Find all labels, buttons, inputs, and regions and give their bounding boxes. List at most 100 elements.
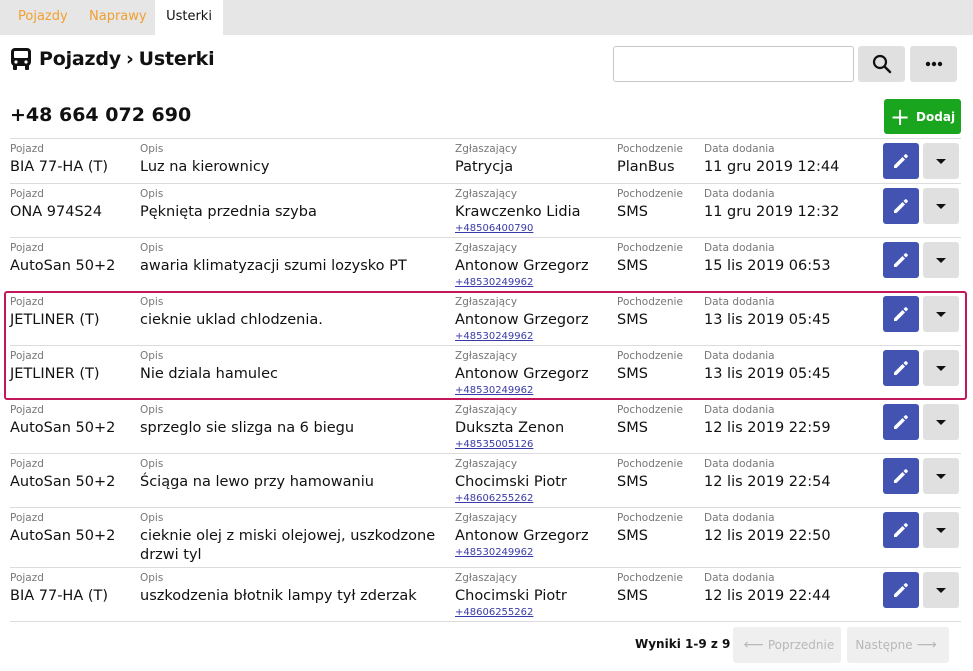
date-cell-label: Data dodania	[704, 572, 775, 584]
description-cell-value: cieknie olej z miski olejowej, uszkodzon…	[140, 528, 436, 563]
vehicle-cell-label: Pojazd	[10, 572, 44, 584]
next-page-label: Następne	[855, 638, 913, 652]
source-cell: Pochodzenie SMS	[617, 188, 703, 222]
reporter-phone-link[interactable]: +48530249962	[455, 277, 615, 289]
vehicle-cell: Pojazd BIA 77-HA (T)	[10, 572, 138, 606]
pencil-icon	[894, 307, 908, 321]
actions-dropdown-button[interactable]	[923, 188, 959, 224]
table-row: Pojazd AutoSan 50+2 Opis Ściąga na lewo prz…	[10, 453, 961, 507]
caret-down-icon	[936, 473, 946, 479]
description-cell-label: Opis	[140, 404, 164, 416]
actions-dropdown-button[interactable]	[923, 404, 959, 440]
vehicle-cell-label: Pojazd	[10, 143, 44, 155]
reporter-cell-label: Zgłaszający	[455, 296, 518, 308]
description-cell: Opis cieknie olej z miski olejowej, uszko…	[140, 512, 440, 565]
more-icon	[925, 61, 942, 67]
table-row: Pojazd BIA 77-HA (T) Opis Luz na kierownicy…	[10, 138, 961, 183]
search-icon	[872, 54, 891, 74]
source-cell-label: Pochodzenie	[617, 572, 683, 584]
reporter-cell-value: Antonow Grzegorz	[455, 258, 589, 274]
description-cell-label: Opis	[140, 458, 164, 470]
description-cell-label: Opis	[140, 188, 164, 200]
reporter-phone-link[interactable]: +48506400790	[455, 223, 615, 235]
vehicle-cell-value: AutoSan 50+2	[10, 420, 116, 436]
actions-dropdown-button[interactable]	[923, 572, 959, 608]
edit-button[interactable]	[883, 296, 919, 332]
description-cell-label: Opis	[140, 143, 164, 155]
source-cell-value: SMS	[617, 528, 648, 544]
reporter-phone-link[interactable]: +48535005126	[455, 439, 615, 451]
vehicle-cell: Pojazd AutoSan 50+2	[10, 242, 138, 276]
source-cell-value: SMS	[617, 588, 648, 604]
search-button[interactable]	[858, 46, 905, 82]
reporter-cell-label: Zgłaszający	[455, 404, 518, 416]
search-input[interactable]	[613, 46, 854, 82]
date-cell: Data dodania 12 lis 2019 22:59	[704, 404, 874, 438]
next-page-button[interactable]: Następne ⟶	[847, 627, 949, 663]
vehicle-cell: Pojazd ONA 974S24	[10, 188, 138, 222]
source-cell: Pochodzenie SMS	[617, 350, 703, 384]
reporter-cell-label: Zgłaszający	[455, 350, 518, 362]
more-options-button[interactable]	[910, 46, 957, 82]
description-cell-label: Opis	[140, 350, 164, 362]
edit-button[interactable]	[883, 242, 919, 278]
reporter-phone-link[interactable]: +48530249962	[455, 547, 615, 559]
vehicle-cell-label: Pojazd	[10, 350, 44, 362]
reporter-phone-link[interactable]: +48530249962	[455, 331, 615, 343]
description-cell-value: sprzeglo sie slizga na 6 biegu	[140, 420, 355, 436]
source-cell-label: Pochodzenie	[617, 296, 683, 308]
page-title: Pojazdy › Usterki	[39, 48, 215, 70]
date-cell: Data dodania 13 lis 2019 05:45	[704, 350, 874, 384]
actions-dropdown-button[interactable]	[923, 296, 959, 332]
reporter-phone-link[interactable]: +48606255262	[455, 493, 615, 505]
vehicle-cell: Pojazd BIA 77-HA (T)	[10, 143, 138, 177]
vehicle-cell-label: Pojazd	[10, 296, 44, 308]
description-cell-value: Nie dziala hamulec	[140, 366, 278, 382]
vehicle-cell: Pojazd AutoSan 50+2	[10, 512, 138, 546]
vehicle-cell-label: Pojazd	[10, 458, 44, 470]
edit-button[interactable]	[883, 404, 919, 440]
edit-button[interactable]	[883, 143, 919, 179]
reporter-cell-label: Zgłaszający	[455, 458, 518, 470]
tab-usterki[interactable]: Usterki	[155, 0, 223, 35]
edit-button[interactable]	[883, 350, 919, 386]
date-cell-label: Data dodania	[704, 512, 775, 524]
tab-pojazdy[interactable]: Pojazdy	[18, 0, 68, 35]
reporter-phone-link[interactable]: +48606255262	[455, 607, 615, 619]
date-cell-label: Data dodania	[704, 296, 775, 308]
actions-dropdown-button[interactable]	[923, 350, 959, 386]
source-cell: Pochodzenie SMS	[617, 296, 703, 330]
date-cell-value: 12 lis 2019 22:50	[704, 528, 831, 544]
actions-dropdown-button[interactable]	[923, 458, 959, 494]
actions-dropdown-button[interactable]	[923, 512, 959, 548]
add-button[interactable]: + Dodaj	[884, 99, 961, 134]
source-cell: Pochodzenie PlanBus	[617, 143, 703, 177]
source-cell-value: SMS	[617, 204, 648, 220]
table-row: Pojazd BIA 77-HA (T) Opis uszkodzenia błotn…	[10, 567, 961, 621]
reporter-cell: Zgłaszający Patrycja	[455, 143, 615, 177]
edit-button[interactable]	[883, 458, 919, 494]
edit-button[interactable]	[883, 572, 919, 608]
source-cell: Pochodzenie SMS	[617, 242, 703, 276]
date-cell: Data dodania 13 lis 2019 05:45	[704, 296, 874, 330]
reporter-cell: Zgłaszający Dukszta Zenon +48535005126	[455, 404, 615, 451]
reporter-cell-value: Chocimski Piotr	[455, 588, 567, 604]
description-cell: Opis Ściąga na lewo przy hamowaniu	[140, 458, 440, 492]
reporter-cell: Zgłaszający Chocimski Piotr +48606255262	[455, 572, 615, 619]
table-row: Pojazd JETLINER (T) Opis Nie dziala hamulec…	[10, 345, 961, 399]
reporter-phone-link[interactable]: +48530249962	[455, 385, 615, 397]
edit-button[interactable]	[883, 188, 919, 224]
actions-dropdown-button[interactable]	[923, 242, 959, 278]
prev-page-button[interactable]: ⟵ Poprzednie	[733, 627, 841, 663]
actions-dropdown-button[interactable]	[923, 143, 959, 179]
tab-naprawy[interactable]: Naprawy	[89, 0, 147, 35]
source-cell-value: PlanBus	[617, 159, 675, 175]
description-cell: Opis Pęknięta przednia szyba	[140, 188, 440, 222]
description-cell-label: Opis	[140, 242, 164, 254]
description-cell-value: uszkodzenia błotnik lampy tył zderzak	[140, 588, 417, 604]
caret-down-icon	[936, 257, 946, 263]
edit-button[interactable]	[883, 512, 919, 548]
date-cell-label: Data dodania	[704, 242, 775, 254]
date-cell-value: 15 lis 2019 06:53	[704, 258, 831, 274]
source-cell: Pochodzenie SMS	[617, 404, 703, 438]
